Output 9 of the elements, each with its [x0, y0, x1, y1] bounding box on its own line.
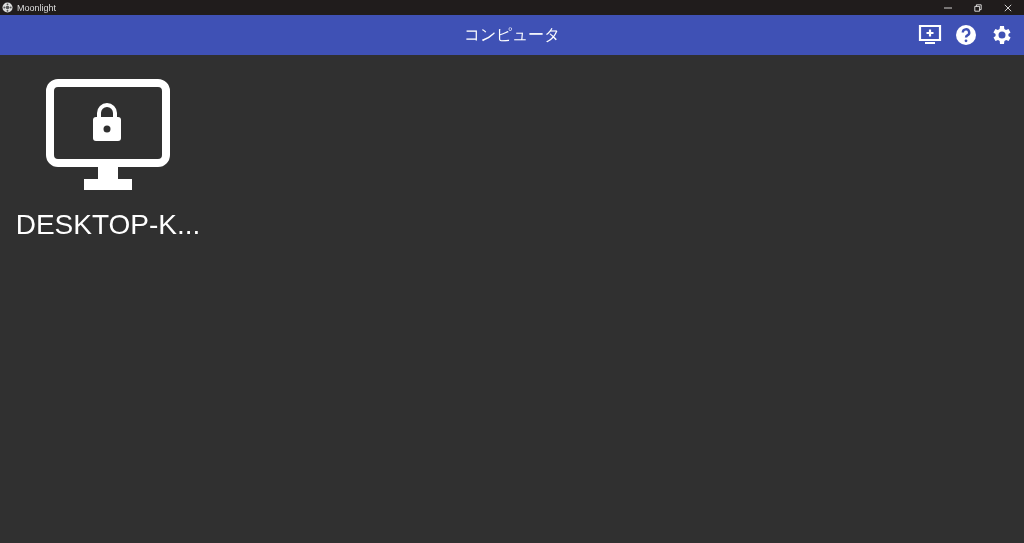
close-icon[interactable] [1004, 3, 1012, 12]
help-icon[interactable] [954, 23, 978, 47]
window-title: Moonlight [17, 2, 57, 13]
toolbar-title: コンピュータ [464, 24, 560, 46]
add-monitor-icon[interactable] [918, 23, 942, 47]
app-icon [2, 2, 13, 13]
computer-name[interactable]: DESKTOP-K... [15, 209, 201, 241]
computer-icon[interactable] [46, 79, 170, 191]
restore-icon[interactable] [974, 3, 982, 12]
